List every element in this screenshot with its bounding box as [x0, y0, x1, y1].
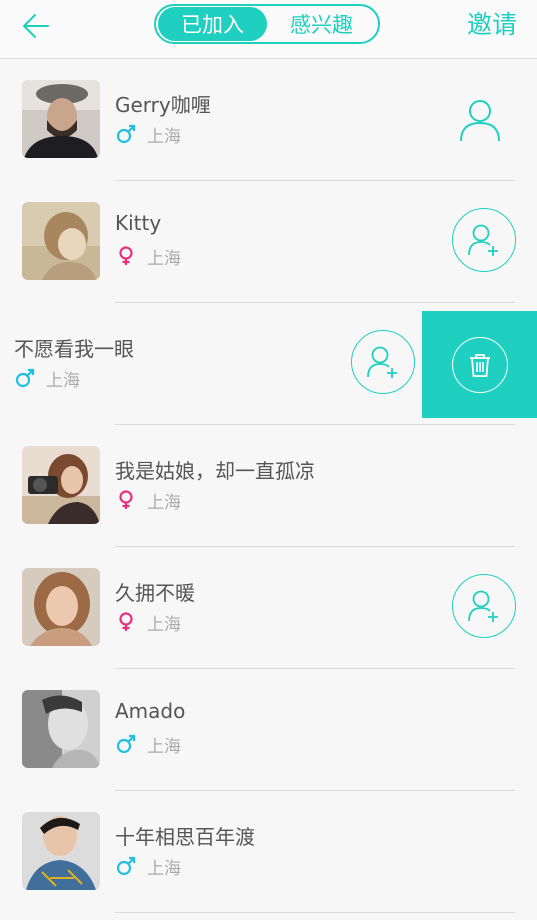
avatar [22, 812, 100, 890]
male-icon [14, 367, 36, 389]
member-name: 十年相思百年渡 [115, 825, 255, 849]
member-city: 上海 [147, 248, 181, 269]
add-friend-icon [367, 346, 397, 378]
profile-button[interactable] [457, 97, 503, 143]
trash-icon [469, 353, 490, 377]
add-friend-button[interactable] [351, 330, 415, 394]
member-city: 上海 [147, 126, 181, 147]
member-name: 我是姑娘，却一直孤凉 [115, 459, 315, 483]
male-icon [115, 855, 137, 877]
list-item[interactable]: 久拥不暖 上海 [0, 547, 537, 669]
male-icon [115, 123, 137, 145]
divider [115, 912, 515, 913]
member-meta: 上海 [115, 123, 181, 147]
tab-joined[interactable]: 已加入 [158, 7, 267, 41]
female-icon [115, 489, 137, 511]
add-friend-button[interactable] [452, 574, 516, 638]
member-name: 久拥不暖 [115, 581, 195, 605]
profile-icon [460, 100, 500, 142]
male-icon [115, 733, 137, 755]
member-meta: 上海 [14, 367, 80, 391]
add-friend-icon [468, 590, 498, 622]
back-button[interactable] [18, 8, 54, 44]
back-arrow-icon [23, 14, 49, 38]
member-name: Kitty [115, 211, 162, 235]
add-friend-icon [468, 224, 498, 256]
list-item[interactable]: 不愿看我一眼 上海 [0, 303, 537, 425]
segmented-control: 已加入 感兴趣 [154, 4, 380, 44]
list-item[interactable]: 我是姑娘，却一直孤凉 上海 [0, 425, 537, 547]
tab-interested[interactable]: 感兴趣 [267, 7, 376, 41]
member-list: Gerry咖喱 上海 Kitty 上海 不愿看我一眼 上海 我是姑娘，却一直孤凉… [0, 59, 537, 913]
member-name: 不愿看我一眼 [14, 337, 134, 361]
member-meta: 上海 [115, 611, 181, 635]
member-city: 上海 [46, 370, 80, 391]
member-city: 上海 [147, 858, 181, 879]
member-name: Gerry咖喱 [115, 93, 211, 117]
list-item[interactable]: Amado 上海 [0, 669, 537, 791]
female-icon [115, 611, 137, 633]
member-meta: 上海 [115, 489, 181, 513]
delete-button[interactable] [422, 311, 537, 418]
list-item[interactable]: Gerry咖喱 上海 [0, 59, 537, 181]
list-item[interactable]: Kitty 上海 [0, 181, 537, 303]
avatar [22, 80, 100, 158]
delete-ring [451, 336, 508, 393]
female-icon [115, 245, 137, 267]
list-item[interactable]: 十年相思百年渡 上海 [0, 791, 537, 913]
member-meta: 上海 [115, 855, 181, 879]
add-friend-button[interactable] [452, 208, 516, 272]
avatar [22, 568, 100, 646]
member-meta: 上海 [115, 733, 181, 757]
member-city: 上海 [147, 736, 181, 757]
member-meta: 上海 [115, 245, 181, 269]
avatar [22, 446, 100, 524]
member-city: 上海 [147, 614, 181, 635]
top-bar: 已加入 感兴趣 邀请 [0, 0, 537, 59]
avatar [22, 202, 100, 280]
member-name: Amado [115, 699, 186, 723]
invite-button[interactable]: 邀请 [467, 8, 517, 42]
avatar [22, 690, 100, 768]
member-city: 上海 [147, 492, 181, 513]
